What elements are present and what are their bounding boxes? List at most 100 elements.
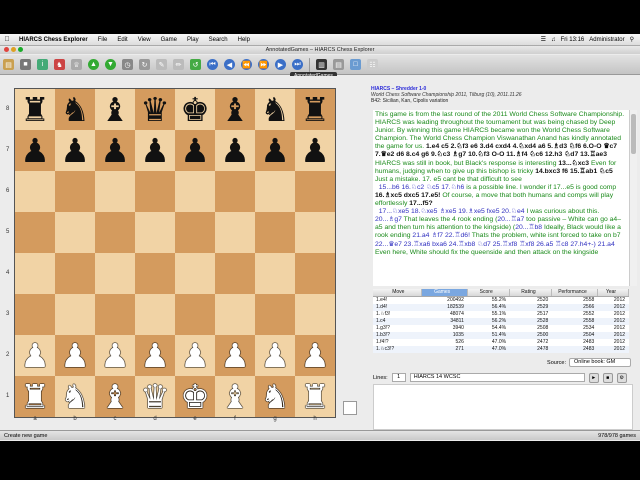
white-pawn-piece[interactable]: ♟ xyxy=(100,339,130,372)
square-h8[interactable]: ♜ xyxy=(295,89,335,130)
white-pawn-piece[interactable]: ♟ xyxy=(60,339,90,372)
next-move-icon[interactable]: ▶ xyxy=(275,59,286,70)
clock-icon[interactable]: ◷ xyxy=(122,59,133,70)
square-b7[interactable]: ♟ xyxy=(55,130,95,171)
column-header-score[interactable]: Score xyxy=(468,289,510,296)
square-a2[interactable]: ♟ xyxy=(15,335,55,376)
square-d3[interactable] xyxy=(135,294,175,335)
notation-scrollbar[interactable] xyxy=(629,110,637,286)
tree-icon[interactable]: ☷ xyxy=(367,59,378,70)
menu-help[interactable]: Help xyxy=(233,37,255,43)
white-king-piece[interactable]: ♚ xyxy=(180,380,210,413)
square-a8[interactable]: ♜ xyxy=(15,89,55,130)
menu-game[interactable]: Game xyxy=(156,37,182,43)
info-icon[interactable]: i xyxy=(37,59,48,70)
square-e5[interactable] xyxy=(175,212,215,253)
database-icon[interactable]: ▥ xyxy=(316,59,327,70)
menu-clock[interactable]: Fri 13:16 xyxy=(561,37,585,43)
white-knight-piece[interactable]: ♞ xyxy=(260,380,290,413)
white-bishop-piece[interactable]: ♝ xyxy=(100,380,130,413)
square-h7[interactable]: ♟ xyxy=(295,130,335,171)
comment-text[interactable]: I was curious about this. xyxy=(526,208,599,215)
square-b3[interactable] xyxy=(55,294,95,335)
table-row[interactable]: 1.b3!? 1035 51.4% 2500 2504 2012 xyxy=(373,332,629,339)
menu-user[interactable]: Administrator xyxy=(589,37,624,43)
square-e3[interactable] xyxy=(175,294,215,335)
square-f5[interactable] xyxy=(215,212,255,253)
square-g4[interactable] xyxy=(255,253,295,294)
black-pawn-piece[interactable]: ♟ xyxy=(60,134,90,167)
square-e6[interactable] xyxy=(175,171,215,212)
square-c7[interactable]: ♟ xyxy=(95,130,135,171)
square-c6[interactable] xyxy=(95,171,135,212)
column-header-rating[interactable]: Rating xyxy=(510,289,553,296)
square-b6[interactable] xyxy=(55,171,95,212)
notation-pane[interactable]: This game is from the last round of the … xyxy=(373,110,629,286)
close-window-button[interactable] xyxy=(4,47,9,52)
comment-text[interactable]: Even here, White should fix the queensid… xyxy=(375,249,598,256)
square-g3[interactable] xyxy=(255,294,295,335)
square-d8[interactable]: ♛ xyxy=(135,89,175,130)
table-row[interactable]: 1.♘c3!? 271 47.0% 2478 2483 2012 xyxy=(373,346,629,353)
square-h3[interactable] xyxy=(295,294,335,335)
scrollbar-thumb[interactable] xyxy=(631,114,636,154)
edit-icon[interactable]: ✎ xyxy=(156,59,167,70)
square-c4[interactable] xyxy=(95,253,135,294)
table-row[interactable]: 1.f4!? 526 47.0% 2472 2483 2012 xyxy=(373,339,629,346)
column-header-year[interactable]: Year xyxy=(598,289,630,296)
square-h4[interactable] xyxy=(295,253,335,294)
square-f3[interactable] xyxy=(215,294,255,335)
white-pawn-piece[interactable]: ♟ xyxy=(140,339,170,372)
square-d6[interactable] xyxy=(135,171,175,212)
square-h5[interactable] xyxy=(295,212,335,253)
square-g6[interactable] xyxy=(255,171,295,212)
square-c3[interactable] xyxy=(95,294,135,335)
stats-icon[interactable]: □ xyxy=(350,59,361,70)
black-bishop-piece[interactable]: ♝ xyxy=(220,93,250,126)
engine-output-pane[interactable] xyxy=(373,384,633,430)
square-d5[interactable] xyxy=(135,212,175,253)
back-variation-icon[interactable]: ⏪ xyxy=(241,59,252,70)
square-f8[interactable]: ♝ xyxy=(215,89,255,130)
table-row[interactable]: 1.c4 34811 56.2% 2528 2558 2012 xyxy=(373,318,629,325)
square-c8[interactable]: ♝ xyxy=(95,89,135,130)
move-text[interactable]: 13...♘xc3 xyxy=(558,160,589,167)
menu-search[interactable]: Search xyxy=(204,37,233,43)
black-queen-piece[interactable]: ♛ xyxy=(140,93,170,126)
square-g8[interactable]: ♞ xyxy=(255,89,295,130)
save-icon[interactable]: ■ xyxy=(20,59,31,70)
previous-move-icon[interactable]: ◀ xyxy=(224,59,235,70)
square-a5[interactable] xyxy=(15,212,55,253)
square-b2[interactable]: ♟ xyxy=(55,335,95,376)
square-c1[interactable]: ♝ xyxy=(95,376,135,417)
flip-board-icon[interactable]: ↻ xyxy=(139,59,150,70)
last-move-icon[interactable]: ⏭ xyxy=(292,59,303,70)
square-g2[interactable]: ♟ xyxy=(255,335,295,376)
comment-text[interactable]: Just a mistake. 17. e5 cant be that diff… xyxy=(375,176,522,183)
white-pawn-piece[interactable]: ♟ xyxy=(180,339,210,372)
square-c2[interactable]: ♟ xyxy=(95,335,135,376)
variation-text[interactable]: 15...b6 16.♘c2 ♘c5 17.♘h6 xyxy=(379,184,465,191)
apple-menu-icon[interactable]:  xyxy=(0,36,14,43)
square-a6[interactable] xyxy=(15,171,55,212)
white-pawn-piece[interactable]: ♟ xyxy=(220,339,250,372)
variation-text[interactable]: 20...♖b8 xyxy=(515,224,542,231)
go-down-icon[interactable]: ▼ xyxy=(105,59,116,70)
lines-stepper[interactable]: 1 xyxy=(391,373,406,382)
engine-settings-icon[interactable]: ⚙ xyxy=(616,372,627,383)
black-pawn-piece[interactable]: ♟ xyxy=(300,134,330,167)
comment-text[interactable]: is a possible line. I wonder if 17...e5 … xyxy=(466,184,616,191)
move-text[interactable]: 14.bxc3 f6 15.♖ab1 ♘c5 xyxy=(535,168,613,175)
volume-icon[interactable]: ♫ xyxy=(551,37,556,43)
square-e7[interactable]: ♟ xyxy=(175,130,215,171)
column-header-move[interactable]: Move xyxy=(373,289,422,296)
variation-text[interactable]: 20...♖a7 xyxy=(497,216,524,223)
menu-app-name[interactable]: HIARCS Chess Explorer xyxy=(14,37,93,43)
black-pawn-piece[interactable]: ♟ xyxy=(260,134,290,167)
square-f4[interactable] xyxy=(215,253,255,294)
square-g1[interactable]: ♞ xyxy=(255,376,295,417)
minimize-window-button[interactable] xyxy=(11,47,16,52)
table-row[interactable]: 1.♘f3! 48074 55.1% 2517 2552 2012 xyxy=(373,311,629,318)
refresh-icon[interactable]: ↺ xyxy=(190,59,201,70)
black-rook-piece[interactable]: ♜ xyxy=(300,93,330,126)
